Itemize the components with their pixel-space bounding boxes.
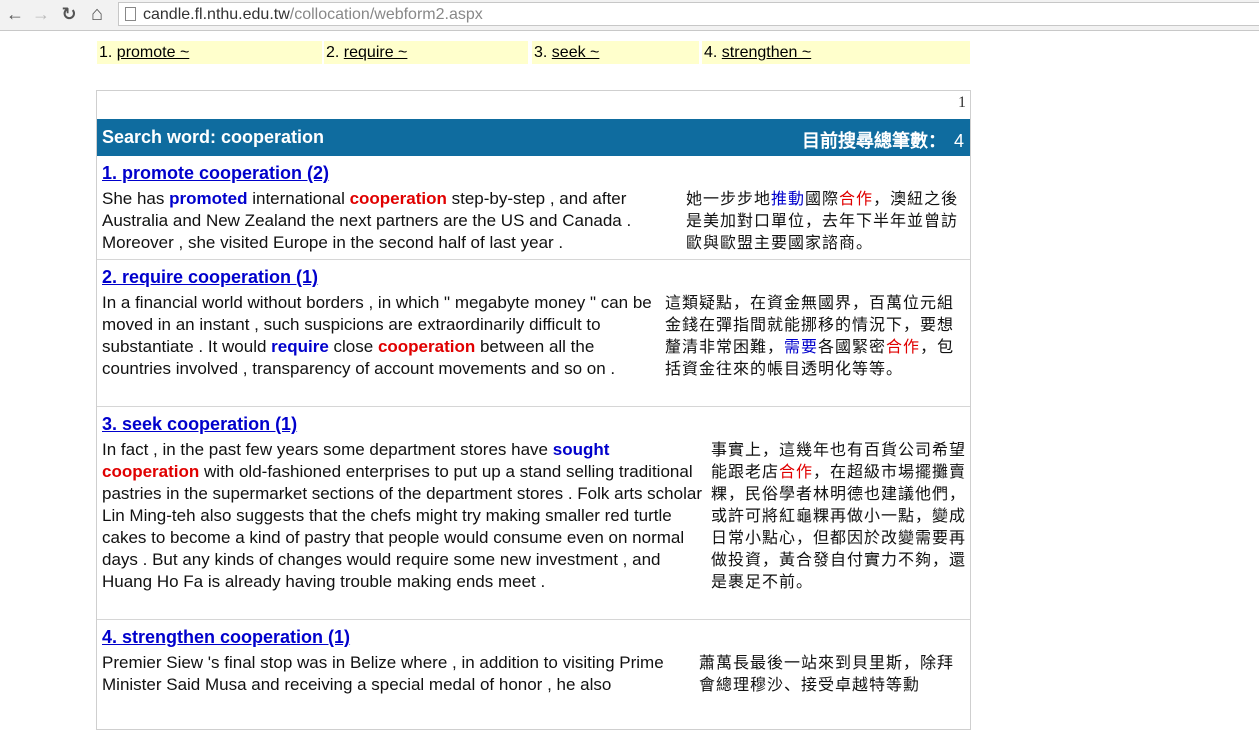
nav-item-strengthen: 4. strengthen ~ [702, 41, 970, 64]
text: 各國緊密 [818, 337, 887, 356]
english-sentence: She has promoted international cooperati… [102, 188, 664, 254]
chinese-sentence: 她一步步地推動國際合作，澳紐之後是美加對口單位，去年下半年並曾訪歐與歐盟主要國家… [686, 188, 962, 254]
noun-highlight: 合作 [779, 462, 814, 481]
chinese-sentence: 蕭萬長最後一站來到貝里斯，除拜會總理穆沙、接受卓越特等勳 [699, 652, 961, 696]
result-entry: 2. require cooperation (1) In a financia… [97, 260, 970, 407]
results-table: 1 Search word: cooperation 目前搜尋總筆數： 4 1. … [96, 90, 971, 730]
reload-icon[interactable]: ↻ [58, 3, 80, 25]
noun-highlight: cooperation [349, 189, 447, 208]
nav-number: 3. [534, 44, 548, 61]
nav-item-seek: 3. seek ~ [532, 41, 699, 64]
url-path: /collocation/webform2.aspx [289, 6, 483, 23]
noun-highlight: 合作 [839, 189, 874, 208]
text: Premier Siew 's final stop was in Belize… [102, 653, 664, 694]
browser-toolbar: ← → ↻ ⌂ candle.fl.nthu.edu.tw/collocatio… [0, 0, 1259, 31]
verb-highlight: 需要 [784, 337, 819, 356]
entry-title-link[interactable]: 3. seek cooperation (1) [102, 414, 297, 435]
text: 蕭萬長最後一站來到貝里斯，除拜會總理穆沙、接受卓越特等勳 [699, 653, 955, 694]
nav-number: 2. [326, 44, 340, 61]
url-host: candle.fl.nthu.edu.tw [143, 6, 290, 23]
entry-title-link[interactable]: 1. promote cooperation (2) [102, 163, 329, 184]
nav-link-strengthen[interactable]: strengthen ~ [722, 44, 811, 61]
nav-link-seek[interactable]: seek ~ [552, 44, 600, 61]
verb-highlight: promoted [169, 189, 248, 208]
page-number[interactable]: 1 [958, 94, 966, 112]
chinese-sentence: 這類疑點，在資金無國界，百萬位元組金錢在彈指間就能挪移的情況下，要想釐清非常困難… [665, 292, 961, 380]
text: close [328, 337, 378, 356]
forward-icon[interactable]: → [30, 3, 52, 25]
search-word-label: Search word: cooperation [102, 127, 325, 147]
page-icon [125, 7, 136, 21]
text: 她一步步地 [686, 189, 772, 208]
result-entry: 4. strengthen cooperation (1) Premier Si… [97, 620, 970, 731]
back-icon[interactable]: ← [4, 3, 26, 25]
url-text: candle.fl.nthu.edu.tw/collocation/webfor… [143, 6, 483, 24]
address-bar[interactable]: candle.fl.nthu.edu.tw/collocation/webfor… [118, 2, 1259, 26]
total-count: 4 [953, 131, 964, 151]
verb-highlight: 推動 [771, 189, 806, 208]
nav-item-require: 2. require ~ [324, 41, 528, 64]
english-sentence: In a financial world without borders , i… [102, 292, 660, 380]
verb-highlight: sought [552, 440, 610, 459]
nav-number: 1. [99, 44, 113, 61]
text: 國際 [805, 189, 840, 208]
noun-highlight: 合作 [886, 337, 921, 356]
text: international [247, 189, 350, 208]
verb-highlight: require [271, 337, 329, 356]
text: with old-fashioned enterprises to put up… [102, 462, 702, 591]
total-label: 目前搜尋總筆數： [801, 131, 946, 151]
noun-highlight: cooperation [102, 462, 200, 481]
noun-highlight: cooperation [377, 337, 476, 356]
results-header: Search word: cooperation 目前搜尋總筆數： 4 [97, 119, 970, 156]
text: ，在超級市場擺攤賣粿，民俗學者林明德也建議他們，或許可將紅龜粿再做小一點，變成日… [711, 462, 967, 591]
home-icon[interactable]: ⌂ [86, 3, 108, 25]
nav-link-promote[interactable]: promote ~ [117, 44, 189, 61]
entry-title-link[interactable]: 4. strengthen cooperation (1) [102, 627, 350, 648]
nav-item-promote: 1. promote ~ [97, 41, 322, 64]
result-entry: 1. promote cooperation (2) She has promo… [97, 156, 970, 260]
english-sentence: Premier Siew 's final stop was in Belize… [102, 652, 698, 696]
collocation-nav: 1. promote ~ 2. require ~ 3. seek ~ 4. s… [97, 41, 970, 64]
text: In fact , in the past few years some dep… [102, 440, 553, 459]
text: She has [102, 189, 170, 208]
entry-title-link[interactable]: 2. require cooperation (1) [102, 267, 318, 288]
english-sentence: In fact , in the past few years some dep… [102, 439, 704, 593]
nav-number: 4. [704, 44, 718, 61]
chinese-sentence: 事實上，這幾年也有百貨公司希望能跟老店合作，在超級市場擺攤賣粿，民俗學者林明德也… [711, 439, 967, 593]
total-count-label: 目前搜尋總筆數： 4 [802, 127, 964, 153]
result-entry: 3. seek cooperation (1) In fact , in the… [97, 407, 970, 620]
nav-link-require[interactable]: require ~ [344, 44, 408, 61]
